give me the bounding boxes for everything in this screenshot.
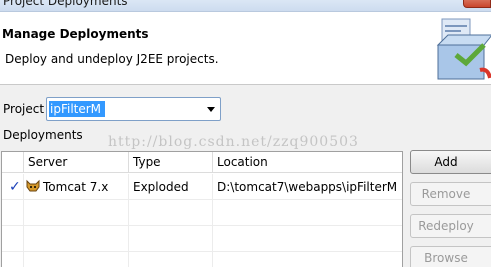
- project-selected-value: ipFilterM: [49, 101, 106, 117]
- server-cell: Tomcat 7.x: [24, 174, 129, 200]
- tomcat-icon: [26, 179, 40, 192]
- empty-cell: [129, 252, 213, 267]
- empty-cell: [2, 252, 24, 267]
- deployments-label: Deployments: [3, 128, 83, 142]
- header-type[interactable]: Type: [129, 152, 213, 173]
- watermark-text: http://blog.csdn.net/zzq900503: [108, 134, 359, 150]
- table-header: Server Type Location: [2, 152, 402, 173]
- add-button[interactable]: Add: [410, 150, 491, 174]
- empty-cell: [129, 226, 213, 252]
- table-row: [2, 200, 402, 226]
- browse-button[interactable]: Browse: [410, 246, 491, 267]
- empty-cell: [24, 252, 129, 267]
- project-dropdown[interactable]: ipFilterM: [46, 97, 221, 121]
- table-row: [2, 252, 402, 267]
- empty-cell: [2, 200, 24, 226]
- header-check-column[interactable]: [2, 152, 24, 173]
- empty-cell: [24, 200, 129, 226]
- server-name: Tomcat 7.x: [43, 180, 109, 194]
- type-cell: Exploded: [129, 174, 213, 200]
- chevron-down-icon[interactable]: [207, 107, 215, 112]
- wizard-banner: Manage Deployments Deploy and undeploy J…: [0, 12, 491, 85]
- title-bar: Project Deployments: [0, 0, 491, 12]
- window-title: Project Deployments: [3, 0, 128, 8]
- remove-button[interactable]: Remove: [410, 182, 491, 206]
- deploy-wizard-icon: [436, 18, 491, 80]
- close-window-button[interactable]: [463, 0, 491, 8]
- empty-cell: [2, 226, 24, 252]
- empty-cell: [24, 226, 129, 252]
- header-location[interactable]: Location: [213, 152, 402, 173]
- location-cell: D:\tomcat7\webapps\ipFilterM: [217, 180, 398, 194]
- page-description: Deploy and undeploy J2EE projects.: [5, 52, 219, 66]
- empty-cell: [129, 200, 213, 226]
- project-label: Project: [3, 102, 45, 116]
- deployed-check-icon: ✓: [2, 174, 24, 200]
- page-title: Manage Deployments: [2, 27, 149, 41]
- deployments-table[interactable]: Server Type Location ✓ Tomcat 7.x Explod…: [1, 151, 403, 267]
- redeploy-button[interactable]: Redeploy: [410, 214, 491, 238]
- table-row[interactable]: ✓ Tomcat 7.x Exploded D:\tomcat7\webapps…: [2, 174, 402, 200]
- table-row: [2, 226, 402, 252]
- header-server[interactable]: Server: [24, 152, 129, 173]
